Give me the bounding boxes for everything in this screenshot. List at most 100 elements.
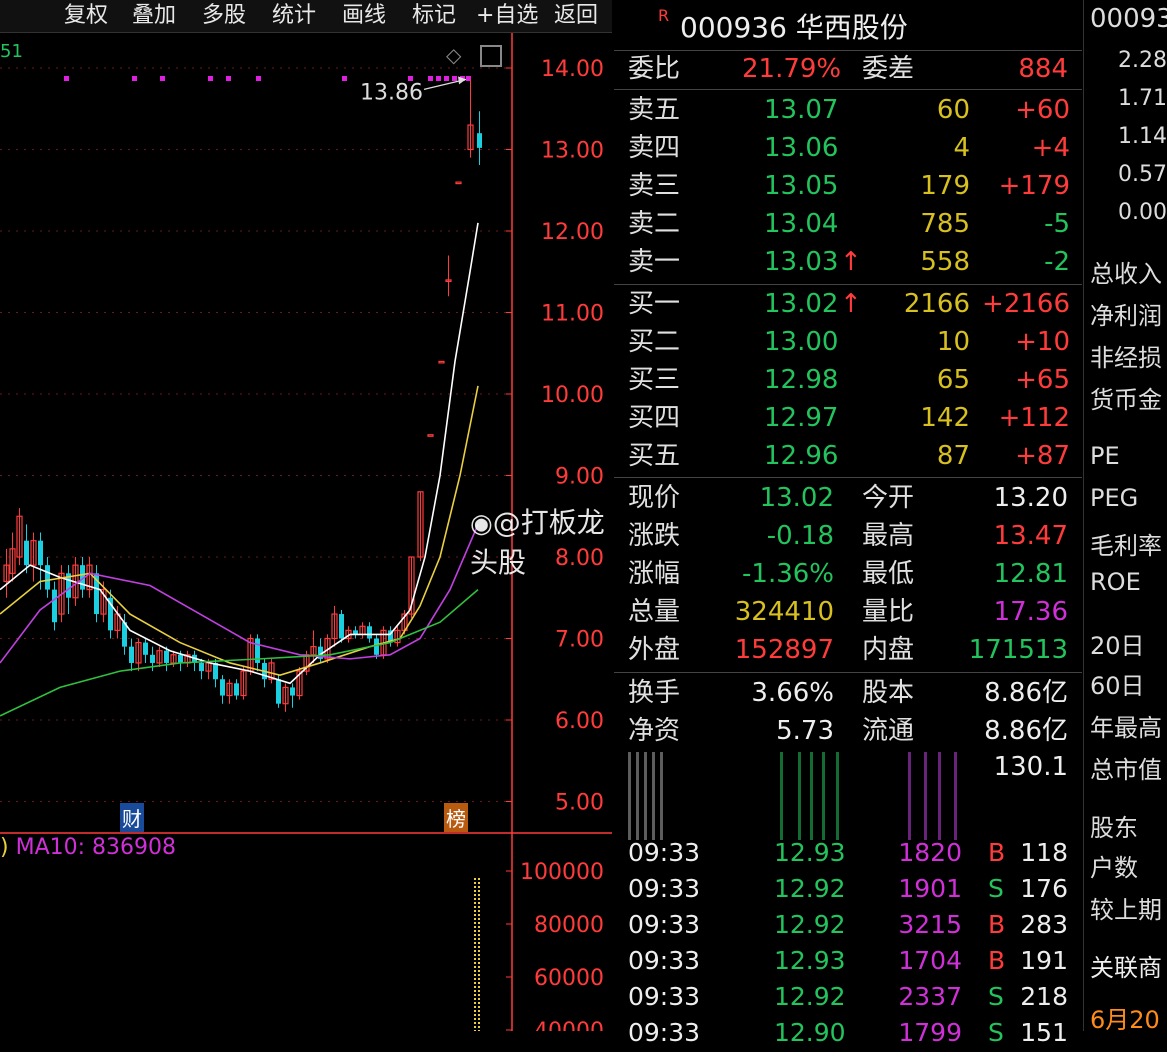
stat-value: 17.36 (993, 597, 1068, 627)
fuquan-button[interactable]: 复权 (58, 0, 114, 32)
finance-label: 货币金 (1090, 386, 1162, 414)
volume-bar-dot (474, 966, 476, 968)
volume-deco-bar (938, 752, 941, 840)
volume-bar-dot (474, 918, 476, 920)
volume-bar-dot (474, 930, 476, 932)
asks-price: 13.07 (764, 95, 839, 125)
candle-body (438, 360, 445, 364)
signal-dot (428, 76, 433, 81)
bids-row: 买一 13.02 ↑ 2166 +2166 (614, 285, 1082, 323)
ma10-line (0, 385, 479, 677)
tick-count: 283 (1020, 910, 1068, 939)
asks-price: 13.06 (764, 133, 839, 163)
volume-bar-dot (478, 934, 480, 936)
finance-badge[interactable]: 财 (120, 803, 144, 832)
candle-body (220, 679, 225, 696)
chart-toolbar: 复权 叠加 多股 统计 画线 标记 +自选 返回 (0, 0, 612, 33)
asks-label: 卖五 (628, 95, 681, 125)
stat-value: 8.86亿 (984, 716, 1068, 746)
volume-bar-dot (474, 970, 476, 972)
tick-row[interactable]: 09:33 12.92 1901 S 176 (614, 870, 1082, 908)
tick-time: 09:33 (628, 946, 701, 975)
diamond-icon[interactable]: ◇ (446, 43, 461, 67)
stat-label: 涨跌 (628, 521, 681, 551)
price-tick-label: 10.00 (541, 383, 604, 408)
bids-label: 买五 (628, 441, 681, 471)
volume-bar-dot (478, 882, 480, 884)
tick-volume: 1901 (898, 874, 962, 903)
bids-label: 买三 (628, 365, 681, 395)
kline-chart[interactable]: 14.00 13.00 12.00 11.00 10.00 9.00 8.00 7.00 6.0… (0, 33, 612, 1031)
bids-change: +65 (1015, 365, 1070, 395)
volume-deco-bar (908, 752, 911, 840)
asks-volume: 60 (936, 95, 970, 125)
bar-deco (628, 752, 957, 840)
tick-row[interactable]: 09:33 12.93 1704 B 191 (614, 942, 1082, 980)
volume-bar-dot (478, 1018, 480, 1020)
volume-bar-dot (474, 994, 476, 996)
volume-bar-dot (474, 1002, 476, 1004)
tick-count: 151 (1020, 1018, 1068, 1047)
asks-volume: 785 (920, 209, 970, 239)
volume-bar-dot (478, 982, 480, 984)
stock-title: 000936 华西股份 (680, 11, 908, 44)
volume-bar-dot (474, 998, 476, 1000)
volume-bar-dot (478, 906, 480, 908)
up-arrow-icon: ↑ (840, 247, 862, 277)
mark-button[interactable]: 标记 (406, 0, 462, 32)
candle-body (339, 614, 344, 639)
statistics-button[interactable]: 统计 (266, 0, 322, 32)
tick-count: 218 (1020, 982, 1068, 1011)
multi-stock-button[interactable]: 多股 (196, 0, 252, 32)
tick-row[interactable]: 09:33 12.92 3215 B 283 (614, 906, 1082, 944)
stat-value: 5.73 (776, 716, 834, 746)
candle-body (234, 683, 239, 696)
tick-count: 118 (1020, 838, 1068, 867)
bids-volume: 10 (936, 327, 970, 357)
bids-volume: 2166 (903, 289, 970, 319)
tick-row[interactable]: 09:33 12.92 2337 S 218 (614, 978, 1082, 1016)
volume-bar-dot (478, 970, 480, 972)
tick-price: 12.92 (774, 910, 846, 939)
overlay-button[interactable]: 叠加 (126, 0, 182, 32)
volume-deco-bar (644, 752, 647, 840)
bids-label: 买一 (628, 289, 681, 319)
volume-bar-dot (478, 966, 480, 968)
tick-row[interactable]: 09:33 12.93 1820 B 118 (614, 834, 1082, 872)
candle-body (52, 589, 57, 623)
back-button[interactable]: 返回 (548, 0, 604, 32)
volume-bar-dot (478, 954, 480, 956)
panel-toggle-icon[interactable] (480, 45, 502, 67)
volume-deco-bar (836, 752, 839, 840)
draw-line-button[interactable]: 画线 (336, 0, 392, 32)
stat-label: 换手 (628, 678, 681, 708)
finance-label: 非经损 (1090, 344, 1162, 372)
volume-bar-dot (478, 922, 480, 924)
volume-bar-dot (474, 1006, 476, 1008)
volume-deco-bar (822, 752, 825, 840)
volume-bar-dot (474, 878, 476, 880)
bids-volume: 87 (936, 441, 970, 471)
stat-label: 量比 (862, 597, 915, 627)
rank-badge[interactable]: 榜 (444, 803, 468, 832)
price-tick-label: 12.00 (541, 220, 604, 245)
bids-label: 买四 (628, 403, 681, 433)
quote-panel: R 000936 华西股份 委比 21.79% 委差 884 卖五 13.07 60… (614, 0, 1082, 1047)
stat-label: 流通 (862, 716, 915, 746)
finance-label: 20日 (1090, 632, 1145, 660)
tick-row[interactable]: 09:33 12.90 1799 S 151 (614, 1014, 1082, 1052)
candle-body (24, 540, 29, 566)
weibi-label: 委比 (628, 54, 681, 84)
volume-tick-label: 80000 (534, 913, 604, 938)
volume-bar-dot (474, 926, 476, 928)
candle-body (455, 181, 462, 185)
axis-value: 2.28 (1118, 48, 1167, 73)
finance-label: 较上期 (1090, 896, 1162, 924)
stats-row: 涨跌 -0.18 最高 13.47 (614, 517, 1082, 555)
volume-bar-dot (478, 914, 480, 916)
stat-value: 13.20 (993, 483, 1068, 513)
add-watchlist-button[interactable]: +自选 (470, 0, 544, 32)
asks-label: 卖一 (628, 247, 681, 277)
tick-bs: B (988, 946, 1006, 975)
volume-bar-dot (474, 1018, 476, 1020)
